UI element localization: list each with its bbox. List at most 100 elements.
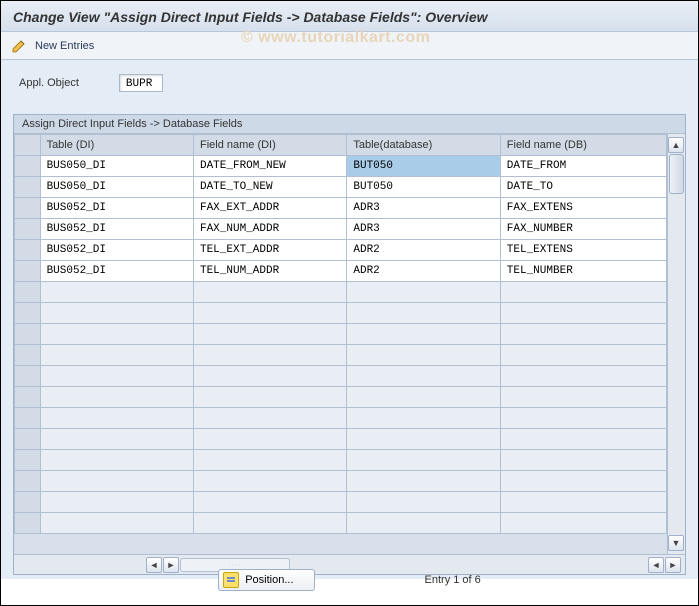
- table-cell[interactable]: [40, 492, 193, 513]
- table-cell[interactable]: BUS052_DI: [40, 219, 193, 240]
- table-row[interactable]: BUS052_DIFAX_EXT_ADDRADR3FAX_EXTENS: [15, 198, 667, 219]
- table-cell[interactable]: BUT050: [347, 177, 500, 198]
- table-cell[interactable]: [500, 303, 666, 324]
- table-cell[interactable]: BUT050: [347, 156, 500, 177]
- table-row[interactable]: [15, 492, 667, 513]
- table-cell[interactable]: BUS052_DI: [40, 261, 193, 282]
- appl-object-field[interactable]: BUPR: [119, 74, 163, 92]
- row-selector[interactable]: [15, 492, 41, 513]
- table-cell[interactable]: DATE_TO_NEW: [193, 177, 346, 198]
- table-cell[interactable]: [347, 429, 500, 450]
- table-cell[interactable]: [193, 324, 346, 345]
- table-cell[interactable]: [500, 282, 666, 303]
- new-entries-button[interactable]: New Entries: [35, 40, 94, 52]
- table-cell[interactable]: [40, 303, 193, 324]
- table-cell[interactable]: [40, 450, 193, 471]
- row-selector[interactable]: [15, 219, 41, 240]
- vertical-scrollbar[interactable]: ▲ ▼: [667, 134, 685, 554]
- table-cell[interactable]: TEL_EXT_ADDR: [193, 240, 346, 261]
- table-cell[interactable]: [193, 492, 346, 513]
- row-selector[interactable]: [15, 450, 41, 471]
- table-cell[interactable]: [40, 513, 193, 534]
- table-row[interactable]: [15, 450, 667, 471]
- column-header[interactable]: Table (DI): [40, 135, 193, 156]
- row-selector[interactable]: [15, 408, 41, 429]
- table-cell[interactable]: [347, 387, 500, 408]
- row-selector[interactable]: [15, 324, 41, 345]
- table-cell[interactable]: [193, 471, 346, 492]
- table-cell[interactable]: [347, 282, 500, 303]
- table-cell[interactable]: [40, 471, 193, 492]
- position-button[interactable]: Position...: [218, 569, 314, 591]
- table-cell[interactable]: FAX_EXTENS: [500, 198, 666, 219]
- table-row[interactable]: BUS052_DITEL_NUM_ADDRADR2TEL_NUMBER: [15, 261, 667, 282]
- table-row[interactable]: [15, 282, 667, 303]
- table-cell[interactable]: [40, 324, 193, 345]
- table-cell[interactable]: [500, 429, 666, 450]
- table-cell[interactable]: [40, 408, 193, 429]
- table-cell[interactable]: [347, 303, 500, 324]
- table-row[interactable]: BUS052_DITEL_EXT_ADDRADR2TEL_EXTENS: [15, 240, 667, 261]
- row-selector[interactable]: [15, 177, 41, 198]
- table-row[interactable]: BUS050_DIDATE_FROM_NEWBUT050DATE_FROM: [15, 156, 667, 177]
- table-cell[interactable]: [40, 345, 193, 366]
- table-cell[interactable]: [40, 282, 193, 303]
- table-cell[interactable]: [193, 345, 346, 366]
- row-selector[interactable]: [15, 429, 41, 450]
- table-cell[interactable]: [193, 387, 346, 408]
- table-cell[interactable]: [40, 429, 193, 450]
- table-cell[interactable]: ADR3: [347, 219, 500, 240]
- table-cell[interactable]: [347, 513, 500, 534]
- table-cell[interactable]: [500, 408, 666, 429]
- table-row[interactable]: [15, 387, 667, 408]
- row-selector[interactable]: [15, 282, 41, 303]
- table-cell[interactable]: BUS052_DI: [40, 198, 193, 219]
- table-cell[interactable]: BUS050_DI: [40, 156, 193, 177]
- table-row[interactable]: BUS050_DIDATE_TO_NEWBUT050DATE_TO: [15, 177, 667, 198]
- row-selector[interactable]: [15, 303, 41, 324]
- table-row[interactable]: [15, 324, 667, 345]
- row-selector[interactable]: [15, 513, 41, 534]
- table-cell[interactable]: FAX_EXT_ADDR: [193, 198, 346, 219]
- table-cell[interactable]: DATE_TO: [500, 177, 666, 198]
- table-cell[interactable]: [40, 387, 193, 408]
- table-cell[interactable]: [347, 450, 500, 471]
- table-row[interactable]: [15, 408, 667, 429]
- table-cell[interactable]: [347, 471, 500, 492]
- table-cell[interactable]: TEL_NUMBER: [500, 261, 666, 282]
- table-cell[interactable]: [40, 366, 193, 387]
- table-cell[interactable]: TEL_EXTENS: [500, 240, 666, 261]
- table-cell[interactable]: [500, 471, 666, 492]
- table-cell[interactable]: [193, 303, 346, 324]
- table-cell[interactable]: [347, 345, 500, 366]
- table-cell[interactable]: [500, 324, 666, 345]
- table-cell[interactable]: [500, 513, 666, 534]
- table-row[interactable]: [15, 429, 667, 450]
- table-cell[interactable]: [193, 408, 346, 429]
- table-cell[interactable]: BUS050_DI: [40, 177, 193, 198]
- row-selector[interactable]: [15, 387, 41, 408]
- table-cell[interactable]: BUS052_DI: [40, 240, 193, 261]
- table-cell[interactable]: TEL_NUM_ADDR: [193, 261, 346, 282]
- row-selector[interactable]: [15, 156, 41, 177]
- table-cell[interactable]: [347, 492, 500, 513]
- row-selector[interactable]: [15, 366, 41, 387]
- table-cell[interactable]: [193, 366, 346, 387]
- row-selector-header[interactable]: [15, 135, 41, 156]
- column-header[interactable]: Field name (DI): [193, 135, 346, 156]
- table-cell[interactable]: [193, 429, 346, 450]
- table-cell[interactable]: [500, 387, 666, 408]
- table-cell[interactable]: DATE_FROM: [500, 156, 666, 177]
- table-cell[interactable]: [347, 324, 500, 345]
- table-cell[interactable]: [347, 408, 500, 429]
- table-row[interactable]: [15, 366, 667, 387]
- row-selector[interactable]: [15, 198, 41, 219]
- table-cell[interactable]: [500, 450, 666, 471]
- table-row[interactable]: BUS052_DIFAX_NUM_ADDRADR3FAX_NUMBER: [15, 219, 667, 240]
- table-cell[interactable]: [193, 513, 346, 534]
- table-cell[interactable]: [500, 492, 666, 513]
- table-row[interactable]: [15, 303, 667, 324]
- table-cell[interactable]: ADR3: [347, 198, 500, 219]
- scroll-down-icon[interactable]: ▼: [668, 535, 684, 551]
- scroll-thumb[interactable]: [669, 154, 684, 194]
